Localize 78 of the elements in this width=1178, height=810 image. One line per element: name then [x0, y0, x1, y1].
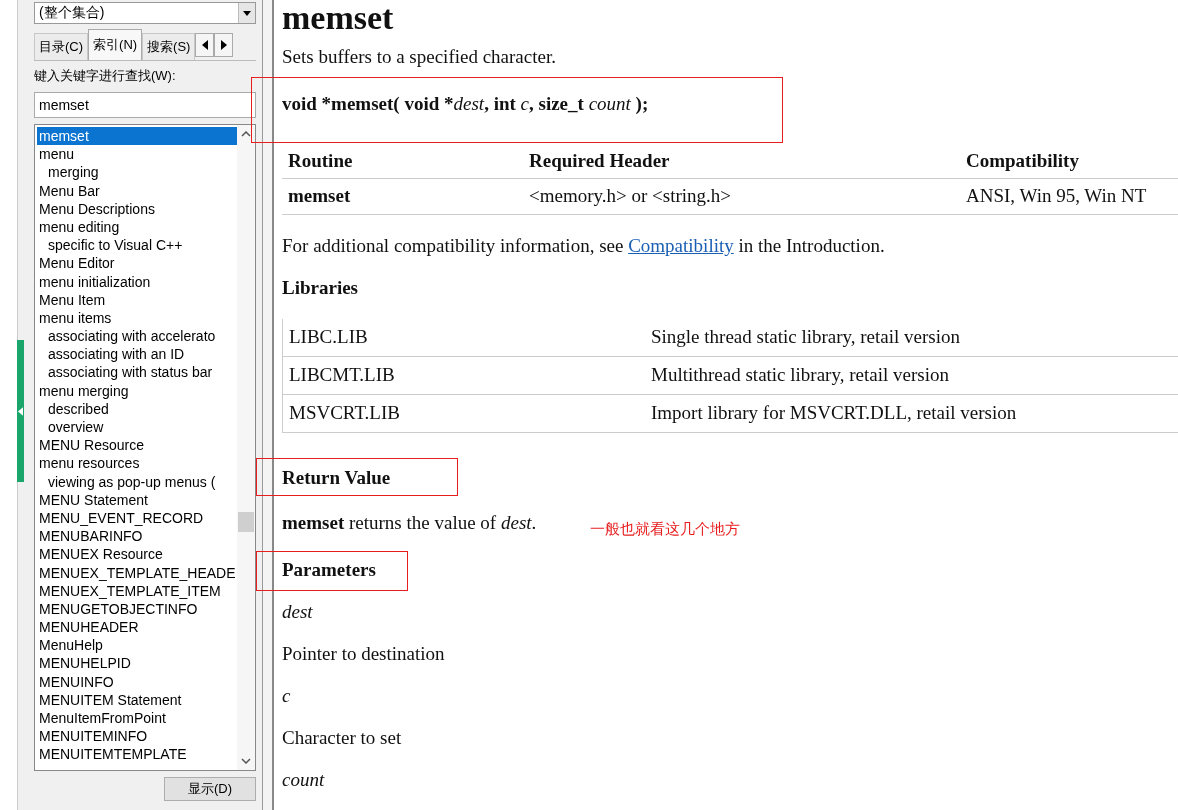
index-item[interactable]: overview [37, 418, 237, 437]
dropdown-icon [243, 10, 251, 16]
table-cell: Import library for MSVCRT.DLL, retail version [651, 402, 1017, 423]
table-cell: <memory.h> or <string.h> [529, 185, 732, 206]
tab[interactable]: 目录(C) [34, 33, 89, 60]
index-item[interactable]: Menu Descriptions [37, 199, 237, 218]
column-header: Routine [288, 150, 353, 171]
column-header: Required Header [529, 150, 670, 171]
annotation-note: 一般也就看这几个地方 [590, 520, 741, 539]
return-text: memset returns the value of dest. [282, 512, 537, 534]
scroll-up-icon[interactable] [241, 131, 251, 137]
left-arrow-icon [18, 406, 23, 416]
page-title: memset [282, 0, 395, 35]
index-item[interactable]: described [37, 399, 237, 418]
tab[interactable]: 索引(N) [88, 29, 143, 60]
index-item[interactable]: MENUINFO [37, 672, 237, 691]
scroll-right-icon[interactable] [214, 33, 234, 57]
splitter-bar[interactable] [262, 0, 274, 810]
index-item[interactable]: menu merging [37, 381, 237, 400]
index-item[interactable]: viewing as pop-up menus ( [37, 472, 237, 491]
index-item[interactable]: merging [37, 163, 237, 182]
index-item[interactable]: memset [37, 127, 237, 146]
index-item[interactable]: menu editing [37, 217, 237, 237]
parameter-description: Pointer to destination [282, 643, 446, 665]
index-item[interactable]: MENU_EVENT_RECORD [37, 508, 237, 528]
index-item[interactable]: menu resources [37, 454, 237, 473]
function-signature: void *memset( void *dest, int c, size_t count ); [282, 93, 650, 115]
index-item[interactable]: Menu Item [37, 290, 237, 309]
column-header: Compatibility [966, 150, 1079, 171]
summary-text: Sets buffers to a specified character. [282, 46, 557, 68]
index-item[interactable]: MENUGETOBJECTINFO [37, 599, 237, 619]
index-item[interactable]: menu initialization [37, 272, 237, 291]
index-item[interactable]: associating with accelerato [37, 327, 237, 346]
index-item[interactable]: MENUHEADER [37, 618, 237, 637]
table-cell: ANSI, Win 95, Win NT [966, 185, 1147, 206]
index-item[interactable]: specific to Visual C++ [37, 236, 237, 255]
compatibility-link[interactable]: Compatibility [628, 235, 734, 256]
display-button[interactable]: 显示(D) [164, 777, 256, 801]
table-cell: MSVCRT.LIB [289, 402, 400, 423]
section-heading: Return Value [282, 467, 391, 489]
section-heading: Libraries [282, 277, 358, 299]
index-item[interactable]: MENUHELPID [37, 654, 237, 673]
index-item[interactable]: MENUITEMINFO [37, 727, 237, 746]
index-item[interactable]: MENUEX Resource [37, 545, 237, 564]
keyword-field[interactable]: memset [34, 92, 256, 118]
index-item[interactable]: MENUEX_TEMPLATE_HEADE [37, 563, 237, 582]
index-item[interactable]: MenuItemFromPoint [37, 709, 237, 728]
scroll-thumb[interactable] [238, 512, 254, 532]
index-item[interactable]: MENUBARINFO [37, 527, 237, 546]
parameter-name: c [282, 685, 292, 707]
parameter-name: dest [282, 601, 314, 623]
index-item[interactable]: MENUEX_TEMPLATE_ITEM [37, 581, 237, 600]
section-heading: Parameters [282, 559, 376, 581]
index-item[interactable]: associating with an ID [37, 345, 237, 364]
collapse-handle[interactable] [17, 340, 24, 482]
table-cell: LIBCMT.LIB [289, 364, 395, 385]
parameter-name: count [282, 769, 326, 791]
index-item[interactable]: menu items [37, 308, 237, 328]
scroll-down-icon[interactable] [241, 758, 251, 764]
parameter-description: Character to set [282, 727, 403, 749]
index-item[interactable]: associating with status bar [37, 363, 237, 382]
index-item[interactable]: Menu Editor [37, 254, 237, 273]
keyword-label: 键入关键字进行查找(W): [34, 67, 177, 85]
table-cell: LIBC.LIB [289, 326, 368, 347]
table-cell: memset [288, 185, 351, 206]
compatibility-note: For additional compatibility information, see Compatibility in the Introduction. [282, 235, 886, 257]
table-cell: Single thread static library, retail version [651, 326, 960, 347]
index-item[interactable]: Menu Bar [37, 181, 237, 200]
index-item[interactable]: MENUITEM Statement [37, 690, 237, 709]
index-item[interactable]: menu [37, 145, 237, 164]
tab[interactable]: 搜索(S) [142, 33, 196, 60]
index-item[interactable]: MENU Statement [37, 490, 237, 509]
scroll-left-icon[interactable] [195, 33, 215, 57]
index-item[interactable]: MENUITEMTEMPLATE [37, 745, 237, 764]
scope-combo[interactable]: (整个集合) [34, 2, 256, 24]
index-item[interactable]: MENU Resource [37, 436, 237, 455]
index-item[interactable]: MenuHelp [37, 636, 237, 655]
table-cell: Multithread static library, retail version [651, 364, 949, 385]
